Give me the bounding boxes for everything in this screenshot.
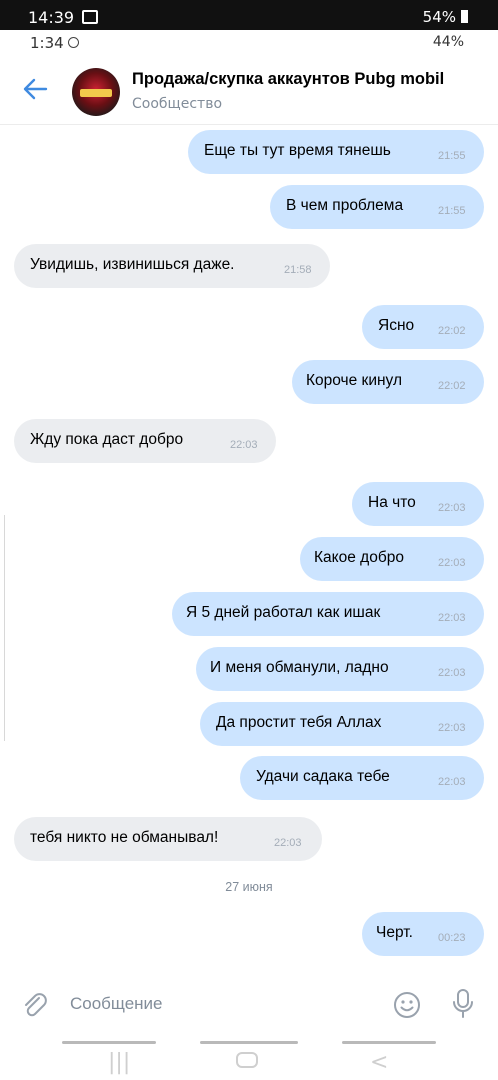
message-time: 00:23 bbox=[438, 932, 466, 944]
message-input[interactable]: Сообщение bbox=[70, 994, 163, 1014]
message-bubble-outgoing[interactable]: Какое добро 22:03 bbox=[300, 537, 484, 581]
battery-icon bbox=[461, 10, 468, 23]
message-bubble-outgoing[interactable]: На что 22:03 bbox=[352, 482, 484, 526]
message-composer: Сообщение bbox=[0, 974, 498, 1038]
message-text: И меня обманули, ладно bbox=[210, 659, 389, 676]
back-nav-icon[interactable]: < bbox=[370, 1050, 388, 1075]
message-text: Еще ты тут время тянешь bbox=[204, 142, 391, 159]
back-arrow-icon[interactable] bbox=[20, 74, 50, 104]
message-bubble-outgoing[interactable]: Да простит тебя Аллах 22:03 bbox=[200, 702, 484, 746]
message-list[interactable]: Еще ты тут время тянешь 21:55 В чем проб… bbox=[0, 124, 498, 974]
message-bubble-outgoing[interactable]: В чем проблема 21:55 bbox=[270, 185, 484, 229]
message-bubble-outgoing[interactable]: Еще ты тут время тянешь 21:55 bbox=[188, 130, 484, 174]
message-text: Да простит тебя Аллах bbox=[216, 714, 382, 731]
message-time: 22:03 bbox=[438, 557, 466, 569]
inner-status-time: 1:34 bbox=[30, 34, 79, 52]
message-time: 22:03 bbox=[438, 502, 466, 514]
message-time: 22:03 bbox=[230, 439, 258, 451]
chat-subtitle: Сообщество bbox=[132, 96, 223, 112]
paperclip-icon[interactable] bbox=[20, 990, 50, 1020]
community-avatar[interactable] bbox=[72, 68, 120, 116]
message-text: Короче кинул bbox=[306, 372, 403, 389]
message-bubble-incoming[interactable]: Жду пока даст добро 22:03 bbox=[14, 419, 276, 463]
avatar-logo bbox=[80, 89, 112, 97]
inner-battery-percent: 44% bbox=[432, 34, 464, 50]
message-text: Какое добро bbox=[314, 549, 404, 566]
message-text: На что bbox=[368, 494, 416, 511]
message-text: Я 5 дней работал как ишак bbox=[186, 604, 381, 621]
gallery-icon bbox=[82, 10, 98, 24]
nav-line bbox=[342, 1041, 436, 1044]
message-text: Ясно bbox=[378, 317, 415, 334]
message-bubble-incoming[interactable]: тебя никто не обманывал! 22:03 bbox=[14, 817, 322, 861]
outer-status-right: 54% bbox=[423, 8, 468, 26]
sync-icon bbox=[67, 37, 79, 48]
outer-status-bar: 14:39 54% bbox=[0, 0, 498, 30]
message-time: 22:03 bbox=[438, 722, 466, 734]
message-bubble-outgoing[interactable]: Короче кинул 22:02 bbox=[292, 360, 484, 404]
message-time: 22:03 bbox=[438, 776, 466, 788]
date-separator: 27 июня bbox=[225, 880, 273, 894]
nav-line bbox=[200, 1041, 298, 1044]
message-bubble-outgoing[interactable]: Ясно 22:02 bbox=[362, 305, 484, 349]
chat-title[interactable]: Продажа/скупка аккаунтов Pubg mobil bbox=[132, 70, 444, 89]
message-text: тебя никто не обманывал! bbox=[30, 829, 219, 846]
message-time: 22:03 bbox=[438, 612, 466, 624]
message-time: 21:58 bbox=[284, 264, 312, 276]
message-bubble-outgoing[interactable]: И меня обманули, ладно 22:03 bbox=[196, 647, 484, 691]
outer-battery-percent: 54% bbox=[422, 8, 456, 26]
message-text: Жду пока даст добро bbox=[30, 431, 184, 448]
nav-line bbox=[62, 1041, 156, 1044]
message-time: 22:02 bbox=[438, 380, 466, 392]
microphone-icon[interactable] bbox=[450, 988, 476, 1020]
chat-header: Продажа/скупка аккаунтов Pubg mobil Сооб… bbox=[0, 58, 498, 125]
message-bubble-outgoing[interactable]: Я 5 дней работал как ишак 22:03 bbox=[172, 592, 484, 636]
message-text: Увидишь, извинишься даже. bbox=[30, 256, 235, 273]
message-bubble-incoming[interactable]: Увидишь, извинишься даже. 21:58 bbox=[14, 244, 330, 288]
message-bubble-outgoing[interactable]: Удачи садака тебе 22:03 bbox=[240, 756, 484, 800]
message-time: 21:55 bbox=[438, 205, 466, 217]
outer-status-time: 14:39 bbox=[28, 8, 75, 27]
message-time: 22:03 bbox=[274, 837, 302, 849]
system-nav-bar: ||| < bbox=[0, 1038, 498, 1080]
message-text: Черт. bbox=[376, 924, 413, 941]
message-time: 22:02 bbox=[438, 325, 466, 337]
inner-status-bar: 1:34 44% bbox=[0, 30, 498, 58]
message-text: Удачи садака тебе bbox=[256, 768, 390, 785]
message-time: 21:55 bbox=[438, 150, 466, 162]
inner-status-time-text: 1:34 bbox=[30, 34, 64, 52]
scroll-edge bbox=[0, 515, 5, 741]
message-time: 22:03 bbox=[438, 667, 466, 679]
message-text: В чем проблема bbox=[286, 197, 404, 214]
recent-apps-icon[interactable]: ||| bbox=[108, 1050, 130, 1075]
home-icon[interactable] bbox=[236, 1052, 258, 1068]
message-bubble-outgoing[interactable]: Черт. 00:23 bbox=[362, 912, 484, 956]
smile-icon[interactable] bbox=[392, 990, 422, 1020]
